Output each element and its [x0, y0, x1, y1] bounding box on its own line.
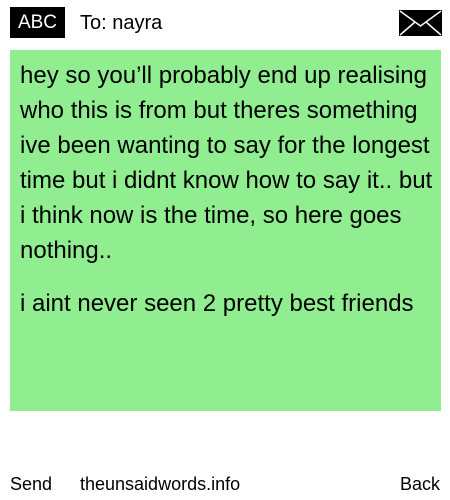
message-overlay-text: i aint never seen 2 pretty best friends [20, 290, 414, 317]
send-button[interactable]: Send [10, 472, 52, 496]
message-card: hey so you’ll probably end up realising … [10, 50, 441, 411]
recipient-label: To: nayra [80, 12, 163, 34]
message-text: hey so you’ll probably end up realising … [20, 62, 433, 264]
header-bar: ABC To: nayra [0, 0, 450, 46]
back-button[interactable]: Back [400, 472, 440, 496]
site-link[interactable]: theunsaidwords.info [80, 472, 240, 496]
envelope-icon[interactable] [399, 10, 442, 36]
app-logo: ABC [10, 7, 65, 38]
